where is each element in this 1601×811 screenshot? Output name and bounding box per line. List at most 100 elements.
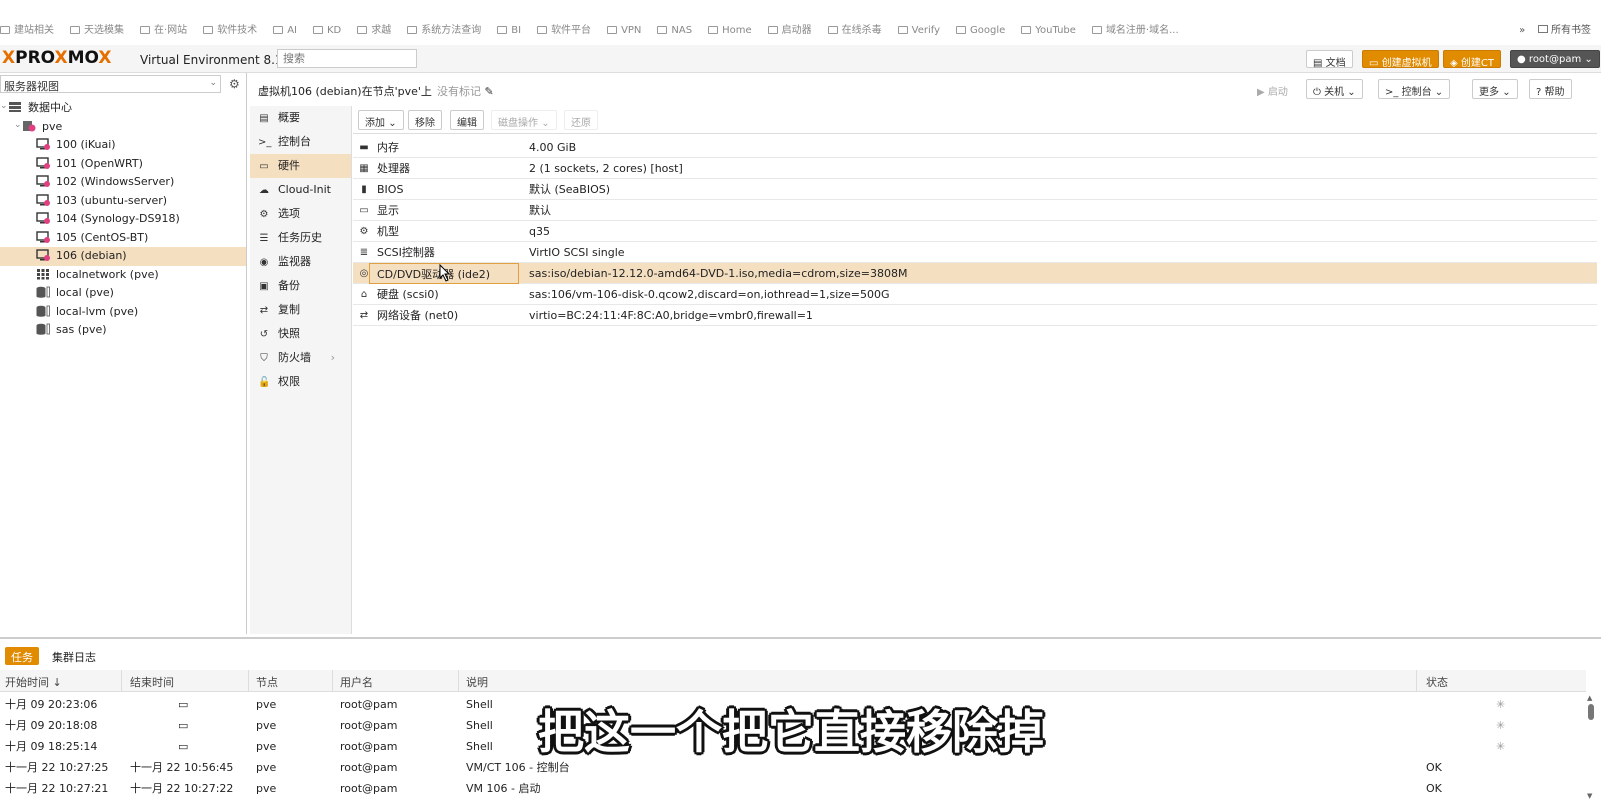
create-ct-button[interactable]: ◈ 创建CT — [1443, 50, 1501, 69]
folder-icon — [956, 26, 966, 34]
start-button[interactable]: ▶ 启动 — [1250, 79, 1295, 99]
add-button[interactable]: 添加 ⌄ — [358, 110, 404, 130]
col-description[interactable]: 说明 — [466, 674, 488, 690]
scroll-up-icon[interactable]: ▲ — [1587, 694, 1592, 702]
gear-icon[interactable]: ⚙ — [229, 77, 240, 91]
tags-edit[interactable]: 没有标记 ✎ — [437, 83, 494, 99]
revert-button[interactable]: 还原 — [564, 110, 598, 130]
bookmark-item[interactable]: 软件技术 — [203, 21, 257, 36]
docs-button[interactable]: ▤ 文档 — [1306, 50, 1353, 69]
tree-node[interactable]: 105 (CentOS-BT) — [0, 229, 246, 248]
tree-node-label: 106 (debian) — [56, 249, 127, 262]
expand-icon[interactable]: ⌄ — [0, 97, 8, 116]
cell-status: OK — [1426, 782, 1442, 795]
bookmark-item[interactable]: VPN — [607, 25, 641, 36]
bookmark-item[interactable]: BI — [497, 25, 521, 36]
tree-node[interactable]: 101 (OpenWRT) — [0, 155, 246, 174]
table-row[interactable]: 十一月 22 10:27:21 十一月 22 10:27:22 pve root@pa… — [0, 778, 1586, 799]
menu-item[interactable]: ↺ 快照 — [250, 322, 351, 346]
bookmark-item[interactable]: 建站相关 — [0, 21, 54, 36]
chevron-down-icon: ⌄ — [541, 118, 550, 129]
bookmark-item[interactable]: 启动器 — [767, 21, 812, 36]
bookmark-item[interactable]: YouTube — [1021, 25, 1076, 36]
view-selector[interactable]: 服务器视图 ⌄ — [0, 75, 221, 93]
user-menu-button[interactable]: ● root@pam ⌄ — [1510, 50, 1600, 68]
bookmark-item[interactable]: 天选模集 — [70, 21, 124, 36]
menu-item[interactable]: ⛉ 防火墙 › — [250, 346, 351, 370]
menu-item[interactable]: ▤ 概要 — [250, 106, 351, 130]
create-vm-button[interactable]: ▭ 创建虚拟机 — [1362, 50, 1439, 69]
bookmark-item[interactable]: Verify — [897, 25, 940, 36]
cell-end: 十一月 22 10:56:45 — [130, 761, 234, 774]
folder-icon — [607, 26, 618, 34]
bookmark-item[interactable]: 软件平台 — [537, 21, 591, 36]
bookmark-item[interactable]: Home — [708, 25, 752, 36]
help-button[interactable]: ? 帮助 — [1529, 79, 1572, 99]
expand-icon[interactable]: ⌄ — [14, 116, 22, 135]
tab-tasks[interactable]: 任务 — [5, 647, 39, 665]
all-bookmarks[interactable]: 所有书签 — [1551, 25, 1591, 36]
hardware-row[interactable]: ⚙ 机型 q35 — [353, 221, 1597, 242]
tree-node[interactable]: localnetwork (pve) — [0, 266, 246, 285]
hardware-row[interactable]: ▬ 内存 4.00 GiB — [353, 137, 1597, 158]
console-icon: >_ — [258, 137, 272, 148]
menu-item[interactable]: ☰ 任务历史 — [250, 226, 351, 250]
tree-node[interactable]: sas (pve) — [0, 321, 246, 340]
hardware-row[interactable]: ▦ 处理器 2 (1 sockets, 2 cores) [host] — [353, 158, 1597, 179]
tree-node[interactable]: local-lvm (pve) — [0, 303, 246, 322]
disk-action-button[interactable]: 磁盘操作 ⌄ — [491, 110, 557, 130]
bookmarks-more[interactable]: » — [1519, 25, 1525, 36]
scroll-thumb[interactable] — [1588, 704, 1594, 720]
shutdown-button[interactable]: ⏻ 关机 ⌄ — [1306, 79, 1363, 99]
bookmark-item[interactable]: KD — [312, 25, 341, 36]
bookmark-item[interactable]: AI — [273, 25, 297, 36]
hardware-row[interactable]: ⇄ 网络设备 (net0) virtio=BC:24:11:4F:8C:A0,bri… — [353, 305, 1597, 326]
tree-node[interactable]: 104 (Synology-DS918) — [0, 210, 246, 229]
console-monitor-icon[interactable]: ▭ — [178, 694, 188, 715]
bookmark-item[interactable]: 域名注册·域名... — [1091, 21, 1179, 36]
hardware-row[interactable]: ⌂ 硬盘 (scsi0) sas:106/vm-106-disk-0.qcow2,d… — [353, 284, 1597, 305]
search-input[interactable] — [277, 49, 417, 68]
bookmark-item[interactable]: 求越 — [357, 21, 391, 36]
col-start-time[interactable]: 开始时间 ↓ — [5, 674, 62, 690]
col-node[interactable]: 节点 — [256, 674, 278, 690]
hardware-row[interactable]: ▭ 显示 默认 — [353, 200, 1597, 221]
menu-item[interactable]: ☁ Cloud-Init — [250, 178, 351, 202]
menu-item[interactable]: ▣ 备份 — [250, 274, 351, 298]
spinner-icon: ✳ — [1496, 698, 1506, 711]
tab-cluster-log[interactable]: 集群日志 — [46, 647, 102, 665]
col-end-time[interactable]: 结束时间 — [130, 674, 174, 690]
bookmark-item[interactable]: Google — [956, 25, 1005, 36]
tree-node[interactable]: 100 (iKuai) — [0, 136, 246, 155]
console-monitor-icon[interactable]: ▭ — [178, 715, 188, 736]
hardware-row[interactable]: ▮ BIOS 默认 (SeaBIOS) — [353, 179, 1597, 200]
console-monitor-icon[interactable]: ▭ — [178, 736, 188, 757]
tree-node[interactable]: ⌄ 数据中心 — [0, 99, 246, 118]
task-scrollbar[interactable]: ▲ ▼ — [1587, 694, 1595, 804]
tree-node[interactable]: 103 (ubuntu-server) — [0, 192, 246, 211]
menu-item[interactable]: ⇄ 复制 — [250, 298, 351, 322]
menu-item[interactable]: ◉ 监视器 — [250, 250, 351, 274]
col-user[interactable]: 用户名 — [340, 674, 373, 690]
bookmark-item[interactable]: 系统方法查询 — [407, 21, 481, 36]
menu-item[interactable]: >_ 控制台 — [250, 130, 351, 154]
scroll-down-icon[interactable]: ▼ — [1587, 792, 1592, 800]
bookmark-item[interactable]: NAS — [657, 25, 692, 36]
hardware-row[interactable]: ≣ SCSI控制器 VirtIO SCSI single — [353, 242, 1597, 263]
tree-node[interactable]: 102 (WindowsServer) — [0, 173, 246, 192]
tree-node[interactable]: ⌄ pve — [0, 118, 246, 137]
proxmox-logo[interactable]: XPROXMOX — [2, 48, 112, 68]
col-status[interactable]: 状态 — [1426, 674, 1448, 690]
hardware-row[interactable]: ◎ CD/DVD驱动器 (ide2) sas:iso/debian-12.12.0-… — [353, 263, 1597, 284]
menu-item[interactable]: 🔓 权限 — [250, 370, 351, 394]
console-button[interactable]: >_ 控制台 ⌄ — [1378, 79, 1451, 99]
edit-button[interactable]: 编辑 — [450, 110, 484, 130]
tree-node[interactable]: local (pve) — [0, 284, 246, 303]
menu-item[interactable]: ▭ 硬件 — [250, 154, 351, 178]
remove-button[interactable]: 移除 — [408, 110, 442, 130]
tree-node[interactable]: 106 (debian) — [0, 247, 246, 266]
bookmark-item[interactable]: 在线杀毒 — [827, 21, 882, 36]
bookmark-item[interactable]: 在·网站 — [140, 21, 187, 36]
more-button[interactable]: 更多 ⌄ — [1472, 79, 1518, 99]
menu-item[interactable]: ⚙ 选项 — [250, 202, 351, 226]
